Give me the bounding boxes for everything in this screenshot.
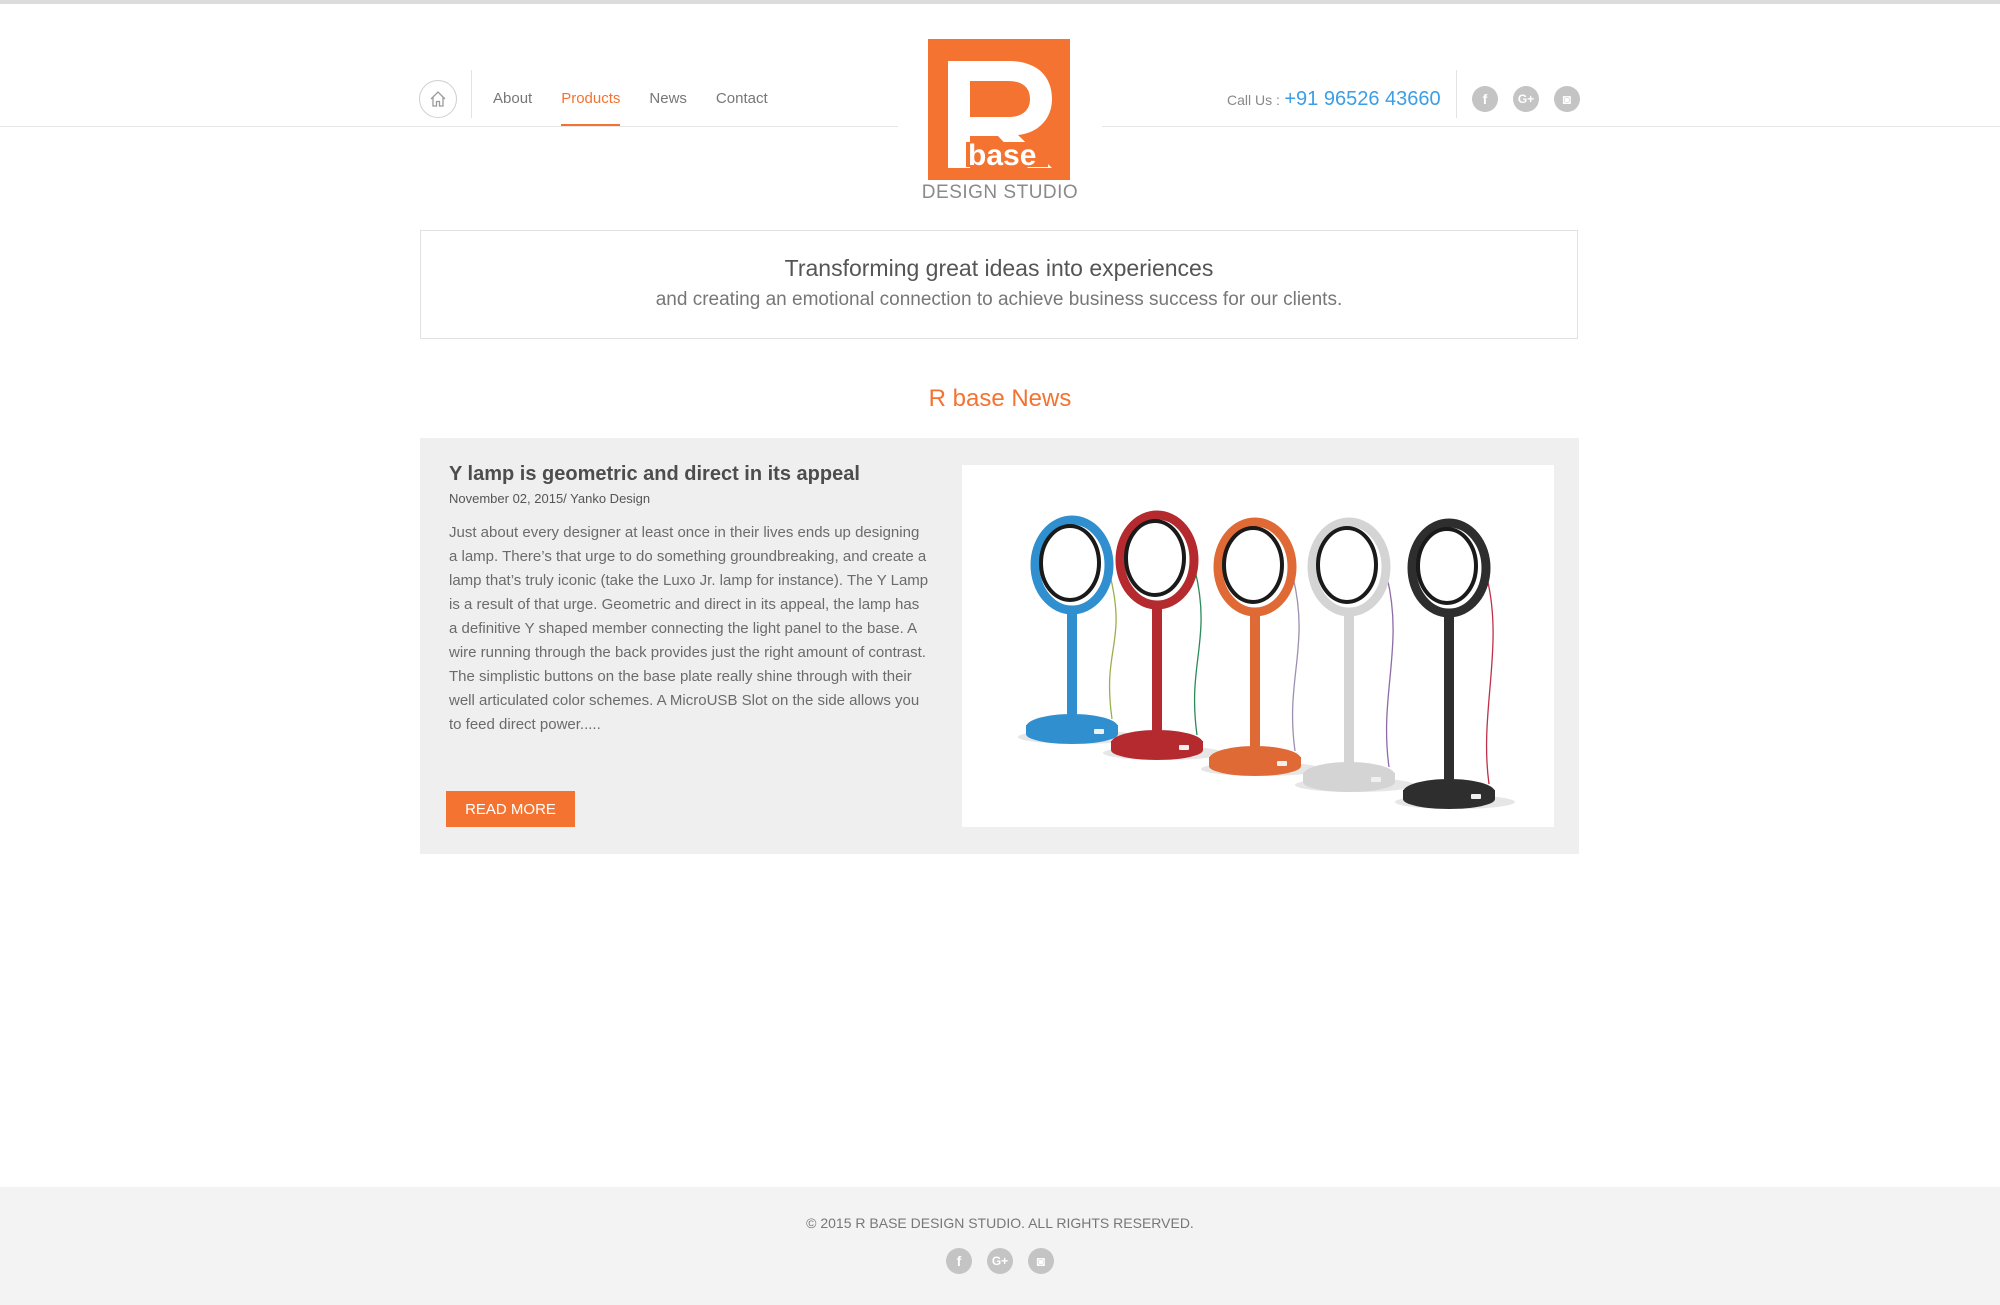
google-plus-icon[interactable]: G+ xyxy=(987,1248,1013,1274)
instagram-icon[interactable]: ◙ xyxy=(1028,1248,1054,1274)
lamp-panel xyxy=(1222,526,1284,604)
lamp-button xyxy=(1179,745,1189,750)
logo-mark: base xyxy=(928,39,1070,180)
facebook-icon[interactable]: f xyxy=(1472,86,1498,112)
lamp-button xyxy=(1277,761,1287,766)
article-image xyxy=(962,465,1554,827)
lamp-base-bottom xyxy=(1303,772,1395,792)
lamp-button xyxy=(1371,777,1381,782)
lamp-stem xyxy=(1444,616,1454,788)
social-separator xyxy=(1456,70,1457,118)
read-more-button[interactable]: READ MORE xyxy=(446,791,575,827)
lamp-panel xyxy=(1039,524,1101,602)
logo-caption: DESIGN STUDIO xyxy=(921,182,1079,203)
news-section-title: R base News xyxy=(928,385,1072,412)
lamp-button xyxy=(1471,794,1481,799)
lamp-stem xyxy=(1250,615,1260,755)
lamp-base-bottom xyxy=(1111,740,1203,760)
google-plus-icon[interactable]: G+ xyxy=(1513,86,1539,112)
logo[interactable]: base DESIGN STUDIO xyxy=(898,28,1102,208)
logo-word: base xyxy=(968,139,1036,172)
lamp-stem xyxy=(1344,615,1354,771)
home-icon xyxy=(430,91,446,107)
nav-separator xyxy=(471,70,472,118)
call-label: Call Us : xyxy=(1227,92,1280,108)
article-meta: November 02, 2015/ Yanko Design xyxy=(449,491,651,506)
tagline-headline: Transforming great ideas into experience… xyxy=(784,255,1214,281)
phone-number[interactable]: +91 96526 43660 xyxy=(1284,88,1440,110)
article-body: Just about every designer at least once … xyxy=(449,524,929,733)
lamp-button xyxy=(1094,729,1104,734)
footer: © 2015 R BASE DESIGN STUDIO. ALL RIGHTS … xyxy=(0,1187,2000,1305)
lamp-base-bottom xyxy=(1403,789,1495,809)
instagram-icon[interactable]: ◙ xyxy=(1554,86,1580,112)
tagline-subline: and creating an emotional connection to … xyxy=(655,289,1343,310)
call-us: Call Us : +91 96526 43660 xyxy=(1227,86,1441,114)
lamp-panel xyxy=(1416,527,1478,605)
nav-item-products[interactable]: Products xyxy=(561,88,621,126)
lamp-stem xyxy=(1067,613,1077,723)
lamp-base-bottom xyxy=(1026,724,1118,744)
top-border xyxy=(0,0,2000,4)
copyright-text: © 2015 R BASE DESIGN STUDIO. ALL RIGHTS … xyxy=(806,1215,1194,1231)
lamp-base-bottom xyxy=(1209,756,1301,776)
news-card: Y lamp is geometric and direct in its ap… xyxy=(420,438,1579,854)
nav-item-about[interactable]: About xyxy=(493,88,532,126)
lamp-panel xyxy=(1316,526,1378,604)
home-button[interactable] xyxy=(419,80,457,118)
lamp-panel xyxy=(1124,519,1186,597)
footer-social-links: f G+ ◙ xyxy=(946,1248,1054,1274)
header-social-links: f G+ ◙ xyxy=(1472,86,1580,112)
nav-item-contact[interactable]: Contact xyxy=(716,88,768,126)
article-title[interactable]: Y lamp is geometric and direct in its ap… xyxy=(449,463,860,486)
lamp-stem xyxy=(1152,608,1162,739)
nav-item-news[interactable]: News xyxy=(649,88,687,126)
tagline-box: Transforming great ideas into experience… xyxy=(420,230,1578,339)
facebook-icon[interactable]: f xyxy=(946,1248,972,1274)
main-nav: About Products News Contact xyxy=(493,88,797,126)
